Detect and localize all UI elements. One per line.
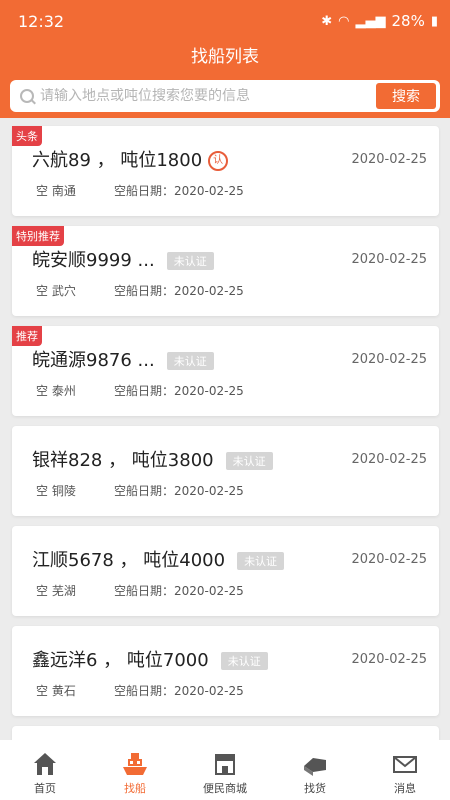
ship-name-text: 银祥828 ， 吨位3800 (32, 450, 214, 471)
tab-cargo[interactable]: 找货 (270, 740, 360, 800)
tab-label: 找货 (304, 782, 326, 795)
ship-name-text: 鑫远洋6 ， 吨位7000 (32, 650, 209, 671)
search-button[interactable]: 搜索 (376, 83, 436, 109)
tab-label: 便民商城 (203, 782, 247, 795)
ship-name: 江顺5678 ， 吨位4000 未认证 (32, 546, 285, 572)
ship-name: 皖通源9876 ... 未认证 (32, 346, 214, 372)
empty-ship-date: 空船日期：2020-02-25 (114, 284, 244, 298)
top-bar: 12:32 ✱ ◠ ▂▄▆ 28% ▮ 找船列表 搜索 (0, 0, 450, 118)
search-icon (10, 80, 40, 112)
empty-location: 空 武穴 (36, 284, 76, 298)
search-bar: 搜索 (10, 80, 440, 112)
page-title: 找船列表 (191, 47, 259, 67)
status-time: 12:32 (18, 12, 65, 31)
empty-location: 空 黄石 (36, 684, 76, 698)
ship-card[interactable]: 江顺5678 ， 吨位4000 未认证 2020-02-25 空 芜湖 空船日期：202… (12, 526, 439, 616)
ship-card[interactable]: 推荐皖通源9876 ... 未认证 2020-02-25 空 泰州 空船日期：2020-… (12, 326, 439, 416)
uncertified-badge: 未认证 (166, 352, 214, 370)
certified-icon: 认 (208, 151, 229, 171)
ship-icon (123, 753, 147, 775)
status-icons: ✱ ◠ ▂▄▆ 28% ▮ (321, 12, 438, 30)
battery-percent: 28% (391, 12, 425, 30)
tab-messages[interactable]: 消息 (360, 740, 450, 800)
empty-ship-date: 空船日期：2020-02-25 (114, 584, 244, 598)
status-bar: 12:32 ✱ ◠ ▂▄▆ 28% ▮ (0, 0, 450, 40)
post-date: 2020-02-25 (351, 352, 427, 367)
uncertified-badge: 未认证 (220, 652, 268, 670)
ship-name-text: 皖通源9876 ... (32, 350, 155, 371)
tab-ship[interactable]: 找船 (90, 740, 180, 800)
empty-location: 空 芜湖 (36, 584, 76, 598)
empty-location: 空 南通 (36, 184, 76, 198)
ship-card[interactable]: 鑫远洋6 ， 吨位7000 未认证 2020-02-25 空 黄石 空船日期：2020-… (12, 626, 439, 716)
empty-ship-date: 空船日期：2020-02-25 (114, 384, 244, 398)
ship-name-text: 六航89 ， 吨位1800 (32, 150, 203, 171)
post-date: 2020-02-25 (351, 652, 427, 667)
empty-ship-date: 空船日期：2020-02-25 (114, 484, 244, 498)
wifi-icon: ◠ (338, 13, 350, 29)
ship-list: 头条 六航89 ， 吨位1800 认 2020-02-25 空 南通 空船日期：2020-… (0, 118, 450, 740)
post-date: 2020-02-25 (351, 552, 427, 567)
post-date: 2020-02-25 (351, 252, 427, 267)
ship-tag-badge: 推荐 (12, 326, 42, 346)
tab-label: 首页 (34, 782, 56, 795)
uncertified-badge: 未认证 (166, 252, 214, 270)
ship-card[interactable]: 特别推荐皖安顺9999 ... 未认证 2020-02-25 空 武穴 空船日期：202… (12, 226, 439, 316)
tab-label: 找船 (124, 782, 146, 795)
tab-label: 消息 (394, 782, 416, 795)
ship-name: 皖安顺9999 ... 未认证 (32, 246, 214, 272)
tab-home[interactable]: 首页 (0, 740, 90, 800)
uncertified-badge: 未认证 (225, 452, 273, 470)
cargo-icon (304, 758, 326, 776)
signal-icon: ▂▄▆ (355, 13, 386, 29)
ship-name-text: 皖安顺9999 ... (32, 250, 155, 271)
bluetooth-icon: ✱ (321, 13, 333, 29)
ship-card[interactable]: 银祥828 ， 吨位3800 未认证 2020-02-25 空 铜陵 空船日期：2020… (12, 426, 439, 516)
ship-tag-badge: 头条 (12, 126, 42, 146)
ship-name-text: 江顺5678 ， 吨位4000 (32, 550, 226, 571)
empty-location: 空 泰州 (36, 384, 76, 398)
post-date: 2020-02-25 (351, 452, 427, 467)
ship-tag-badge: 特别推荐 (12, 226, 64, 246)
mail-icon (393, 756, 417, 773)
ship-name: 鑫远洋6 ， 吨位7000 未认证 (32, 646, 268, 672)
uncertified-badge: 未认证 (237, 552, 285, 570)
battery-icon: ▮ (430, 13, 438, 29)
empty-ship-date: 空船日期：2020-02-25 (114, 184, 244, 198)
shop-icon (215, 754, 235, 775)
search-input[interactable] (40, 88, 376, 104)
ship-card[interactable]: 头条 六航89 ， 吨位1800 认 2020-02-25 空 南通 空船日期：2020-… (12, 126, 439, 216)
ship-name: 银祥828 ， 吨位3800 未认证 (32, 446, 273, 472)
home-icon (34, 753, 56, 775)
ship-card-partial[interactable] (12, 726, 439, 740)
tab-shop[interactable]: 便民商城 (180, 740, 270, 800)
ship-name: 六航89 ， 吨位1800 认 (32, 146, 229, 172)
bottom-tab-bar: 首页 找船 便民商城 找货 消息 (0, 740, 450, 800)
post-date: 2020-02-25 (351, 152, 427, 167)
empty-location: 空 铜陵 (36, 484, 76, 498)
empty-ship-date: 空船日期：2020-02-25 (114, 684, 244, 698)
